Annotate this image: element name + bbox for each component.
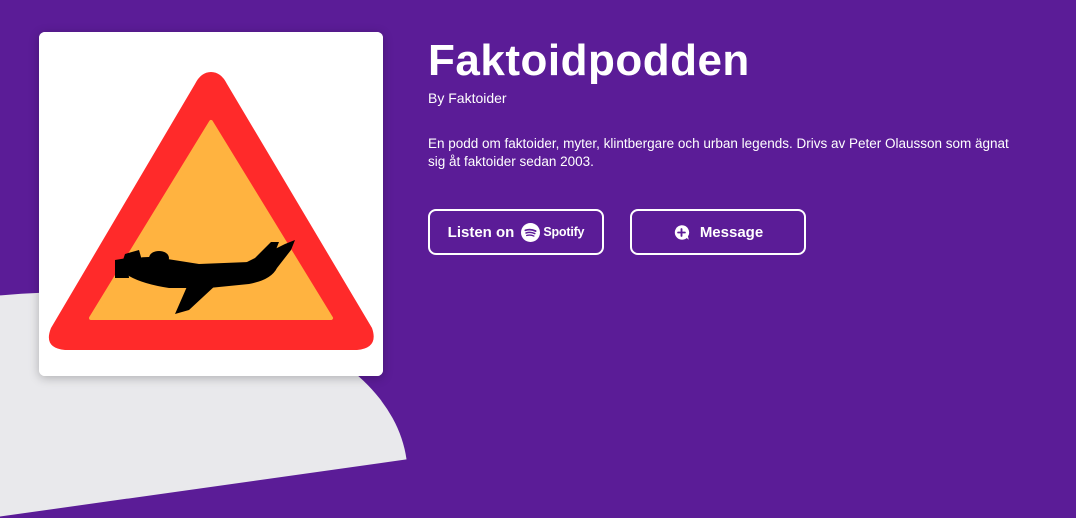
- warning-sign-airplane-icon: [39, 32, 383, 376]
- listen-on-spotify-button[interactable]: Listen on Spotify: [428, 209, 604, 255]
- podcast-author: By Faktoider: [428, 90, 507, 106]
- podcast-cover-art: [39, 32, 383, 376]
- podcast-description: En podd om faktoider, myter, klintbergar…: [428, 136, 1009, 169]
- message-button[interactable]: Message: [630, 209, 806, 255]
- spotify-logo: Spotify: [521, 222, 585, 242]
- message-plus-icon: [673, 224, 690, 241]
- spotify-wordmark: Spotify: [543, 225, 585, 239]
- message-label: Message: [699, 223, 764, 241]
- action-buttons: Listen on Spotify Message: [428, 209, 806, 255]
- spotify-logo-icon: [521, 222, 541, 242]
- listen-label: Listen on: [447, 223, 515, 241]
- podcast-info: Faktoidpodden By Faktoider En podd om fa…: [428, 36, 1028, 171]
- page-title: Faktoidpodden: [428, 36, 750, 85]
